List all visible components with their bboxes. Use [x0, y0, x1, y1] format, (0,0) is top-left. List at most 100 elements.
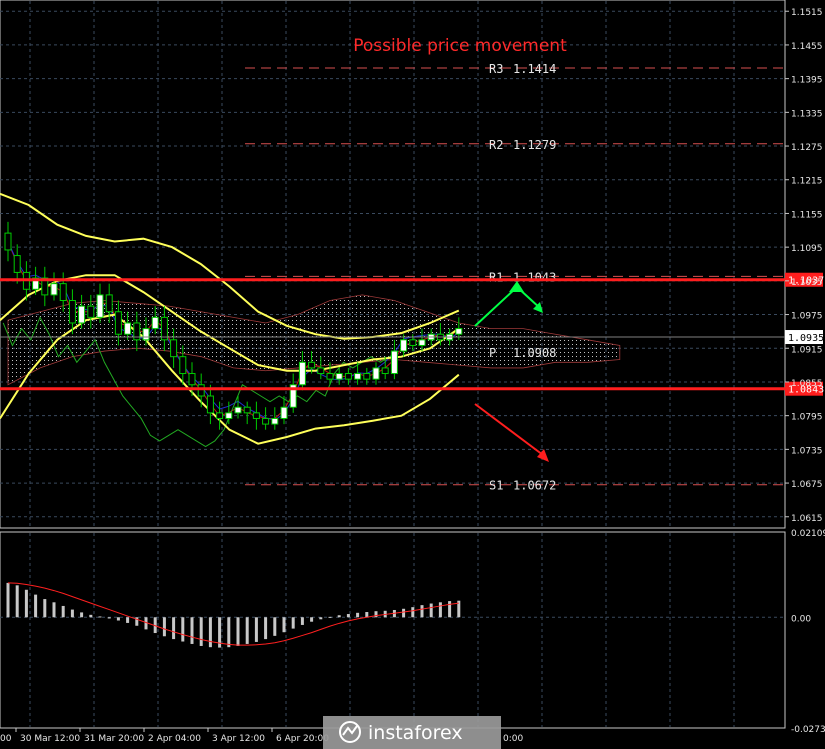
y-tick-label: 1.1335 [791, 109, 823, 119]
main-panel-border [0, 0, 786, 529]
oscillator-bar [346, 614, 350, 618]
candle-body [234, 406, 242, 414]
oscillator-panel [6, 582, 461, 648]
chart-window: R3 1.1414 R2 1.1279 R1 1.1043 P 1.0908 S1 1.0672 1… [0, 0, 825, 749]
oscillator-tick-label: 0.02109 [791, 529, 825, 539]
candle-body [308, 361, 316, 369]
oscillator-bar [190, 617, 194, 644]
candle-body [354, 373, 362, 380]
watermark-logo: instaforex [323, 716, 501, 749]
candle-body [142, 328, 150, 341]
candle [4, 221, 12, 262]
current-price-label: 1.0935 [788, 333, 824, 344]
candle-body [179, 356, 187, 375]
pivot-label-r2: R2 [489, 138, 503, 152]
oscillator-bar [254, 617, 258, 642]
oscillator-bar [116, 617, 120, 621]
candle [354, 362, 362, 385]
candle-body [335, 373, 343, 380]
candle [50, 272, 58, 301]
oscillator-bar [429, 603, 433, 618]
candle-body [59, 283, 67, 302]
oscillator-bar [448, 601, 452, 618]
oscillator-bar [411, 607, 415, 618]
candle-body [372, 367, 380, 380]
x-tick-label: 2 Apr 04:00 [148, 734, 201, 744]
x-tick-label: 6 Apr 20:00 [276, 734, 329, 744]
y-tick-label: 1.0675 [791, 480, 823, 490]
pivot-value-p: 1.0908 [513, 346, 556, 360]
candle-body [50, 283, 58, 296]
candle-body [262, 417, 270, 425]
candle-body [252, 412, 260, 419]
oscillator-bar [227, 617, 231, 648]
forecast-arrows [474, 281, 549, 462]
candle-body [280, 406, 288, 419]
candle-body [206, 395, 214, 414]
candle-body [188, 373, 196, 386]
oscillator-bar [6, 582, 10, 618]
oscillator-bar [319, 617, 323, 620]
y-tick-label: 1.0795 [791, 413, 823, 423]
y-tick-label: 1.0615 [791, 514, 823, 524]
oscillator-bar [438, 602, 442, 618]
oscillator-bar [70, 609, 74, 618]
x-tick-label: 0:00 [503, 734, 523, 744]
oscillator-bar [208, 617, 212, 648]
oscillator-bar [199, 617, 203, 646]
candle [372, 362, 380, 385]
oscillator-bar [43, 599, 47, 618]
oscillator-signal-line [7, 582, 459, 646]
x-tick-label: 31 Mar 20:00 [84, 734, 144, 744]
y-tick-label: 1.1395 [791, 76, 823, 86]
price-chart: R3 1.1414 R2 1.1279 R1 1.1043 P 1.0908 S1 1.0672 1… [0, 0, 825, 749]
y-tick-label: 1.0735 [791, 446, 823, 456]
oscillator-bar [89, 614, 93, 618]
oscillator-bar [162, 617, 166, 637]
oscillator-bar [264, 617, 268, 640]
candle-body [78, 305, 86, 324]
chart-title: Possible price movement [353, 36, 567, 56]
y-tick-label: 1.1275 [791, 143, 823, 153]
candle-body [381, 367, 389, 375]
oscillator-bar [80, 612, 84, 618]
oscillator-bar [61, 605, 65, 618]
oscillator-panel-border [0, 531, 786, 729]
oscillator-bar [107, 617, 111, 619]
y-tick-label: 1.0915 [791, 345, 823, 355]
oscillator-bar [172, 617, 176, 640]
candle-body [317, 367, 325, 375]
oscillator-bar [34, 594, 38, 618]
candle [96, 283, 104, 323]
x-tick-label: 00 [0, 734, 12, 744]
price-axis: 1.1515 1.1455 1.1395 1.1335 1.1275 1.1215 1.11… [785, 8, 825, 735]
candle-body [105, 294, 113, 313]
pivot-value-r3: 1.1414 [513, 62, 556, 76]
candle-body [344, 373, 352, 380]
oscillator-bar [420, 605, 424, 618]
watermark-text: instaforex [368, 722, 463, 744]
y-tick-label: 1.1155 [791, 210, 823, 220]
candle [13, 244, 21, 284]
candle-body [170, 339, 178, 358]
oscillator-bar [402, 608, 406, 618]
candle-body [151, 316, 159, 330]
candle-body [390, 350, 398, 375]
oscillator-bar [300, 617, 304, 625]
y-tick-label: 1.1095 [791, 244, 823, 254]
candle-body [114, 311, 122, 335]
candle-body [197, 384, 205, 397]
candle [243, 401, 251, 425]
price-levels: R3 1.1414 R2 1.1279 R1 1.1043 P 1.0908 S1 1.0672 1… [0, 62, 824, 493]
candle-body [216, 412, 224, 419]
x-tick-label: 30 Mar 12:00 [20, 734, 80, 744]
candle [197, 373, 205, 408]
oscillator-bar [273, 617, 277, 636]
y-tick-label: 1.1215 [791, 177, 823, 187]
candle [262, 407, 270, 430]
y-tick-label: 1.0975 [791, 312, 823, 322]
candle-body [225, 412, 233, 419]
pivot-value-r2: 1.1279 [513, 138, 556, 152]
oscillator-bar [282, 617, 286, 633]
candle-body [160, 316, 168, 341]
